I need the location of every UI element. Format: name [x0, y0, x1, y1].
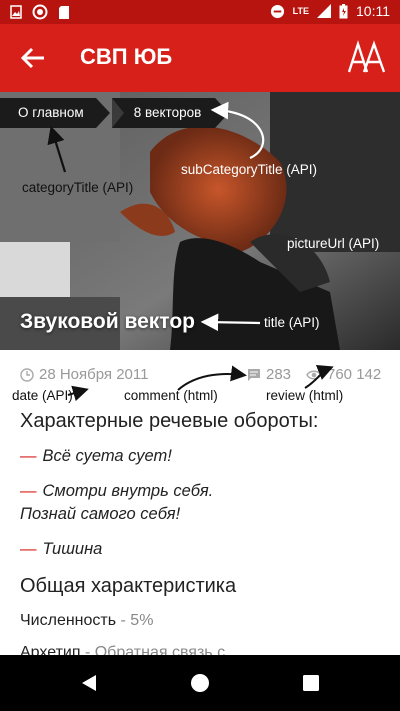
status-time: 10:11 [356, 3, 390, 19]
annotation-title: title (API) [264, 315, 320, 330]
signal-icon [317, 4, 331, 18]
quote-item: — Всё суета сует! [20, 447, 172, 465]
battery-icon [339, 3, 348, 18]
annotation-review: review (html) [266, 388, 344, 403]
quote-text: Познай самого себя! [20, 505, 181, 523]
sd-card-icon [59, 5, 69, 19]
article-title: Звуковой вектор [20, 310, 195, 333]
do-not-disturb-icon [270, 4, 284, 18]
population-value: - 5% [116, 612, 154, 629]
quote-text: Тишина [42, 540, 103, 558]
annotation-subcategory-title: subCategoryTitle (API) [181, 162, 318, 177]
annotation-comment: comment (html) [124, 388, 218, 403]
quote-item: — Смотри внутрь себя. [20, 482, 214, 500]
quote-text: Смотри внутрь себя. [42, 482, 214, 500]
quote-text: Всё суета сует! [42, 447, 172, 465]
hero-picture: О главном 8 векторов categoryTitle (API)… [0, 92, 400, 350]
notification-circle-icon [32, 4, 48, 20]
notification-image-icon [10, 5, 22, 19]
home-nav-icon[interactable] [190, 673, 210, 693]
annotation-date: date (API) [12, 388, 73, 403]
recents-nav-icon[interactable] [302, 674, 320, 692]
back-arrow-icon[interactable] [18, 43, 48, 73]
status-bar: LTE 10:11 [0, 0, 400, 24]
quote-item: — Тишина [20, 540, 103, 558]
characteristics-heading: Общая характеристика [20, 575, 237, 597]
speech-heading: Характерные речевые обороты: [20, 410, 319, 432]
app-bar: СВП ЮБ [0, 24, 400, 92]
annotation-category-title: categoryTitle (API) [22, 180, 134, 195]
population-line: Численность - 5% [20, 612, 390, 630]
back-nav-icon[interactable] [79, 673, 99, 693]
font-size-icon[interactable] [348, 40, 386, 74]
population-label: Численность [20, 612, 117, 629]
system-nav-bar [0, 655, 400, 711]
page-title: СВП ЮБ [80, 44, 173, 69]
network-type-label: LTE [292, 6, 309, 16]
quote-item: Познай самого себя! [20, 505, 390, 524]
article-content: Характерные речевые обороты: — Всё суета … [20, 410, 390, 662]
annotation-picture-url: pictureUrl (API) [287, 236, 380, 251]
